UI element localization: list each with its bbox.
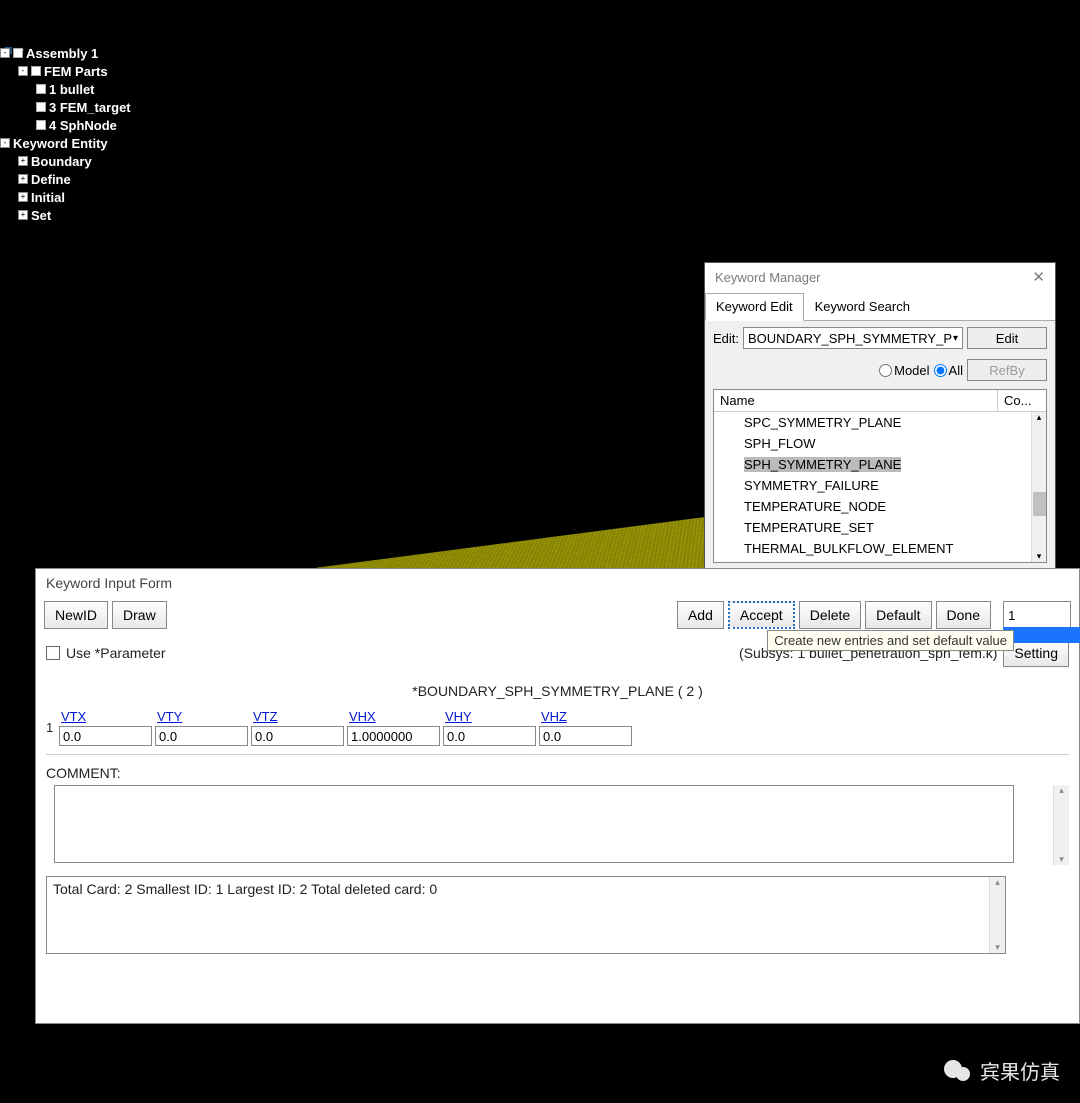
param-vhx-label[interactable]: VHX bbox=[347, 709, 442, 724]
use-parameter-checkbox[interactable] bbox=[46, 646, 60, 660]
tree-node-sphnode[interactable]: 4 SphNode bbox=[49, 118, 117, 133]
param-vtz-label[interactable]: VTZ bbox=[251, 709, 346, 724]
tree-expand-icon[interactable]: + bbox=[18, 174, 28, 184]
list-item[interactable]: THERMAL_BULKFLOW_ELEMENT bbox=[714, 538, 1046, 559]
row-number: 1 bbox=[46, 720, 58, 735]
keyword-list: Name Co... SPC_SYMMETRY_PLANE SPH_FLOW S… bbox=[713, 389, 1047, 563]
col-name[interactable]: Name bbox=[714, 390, 998, 411]
edit-button[interactable]: Edit bbox=[967, 327, 1047, 349]
tree-expand-icon[interactable]: + bbox=[18, 156, 28, 166]
chevron-down-icon: ▾ bbox=[953, 333, 958, 344]
comment-label: COMMENT: bbox=[36, 757, 1079, 783]
delete-button[interactable]: Delete bbox=[799, 601, 861, 629]
close-icon[interactable]: ✕ bbox=[1032, 263, 1045, 293]
tree-collapse-icon[interactable]: - bbox=[18, 66, 28, 76]
tree-checkbox[interactable] bbox=[36, 120, 46, 130]
edit-label: Edit: bbox=[713, 331, 739, 346]
tree-expand-icon[interactable]: + bbox=[18, 210, 28, 220]
col-count[interactable]: Co... bbox=[998, 390, 1046, 411]
tab-keyword-edit[interactable]: Keyword Edit bbox=[705, 293, 804, 321]
tree-node-assembly[interactable]: Assembly 1 bbox=[26, 46, 98, 61]
scroll-down-icon[interactable]: ▾ bbox=[1054, 854, 1069, 865]
param-vhx-input[interactable] bbox=[347, 726, 440, 746]
tree-node-set[interactable]: Set bbox=[31, 208, 51, 223]
scroll-up-icon[interactable]: ▴ bbox=[1054, 785, 1069, 796]
scrollbar[interactable]: ▴▾ bbox=[1031, 412, 1046, 562]
tree-expand-icon[interactable]: + bbox=[18, 192, 28, 202]
accept-button[interactable]: Accept bbox=[728, 601, 795, 629]
tree-node-bullet[interactable]: 1 bullet bbox=[49, 82, 95, 97]
keyword-manager-dialog: Keyword Manager ✕ Keyword Edit Keyword S… bbox=[704, 262, 1056, 572]
id-field[interactable] bbox=[1003, 601, 1071, 629]
tree-node-femparts[interactable]: FEM Parts bbox=[44, 64, 108, 79]
tree-checkbox[interactable] bbox=[31, 66, 41, 76]
list-item[interactable]: SPC_SYMMETRY_PLANE bbox=[714, 412, 1046, 433]
scrollbar-thumb[interactable] bbox=[1033, 492, 1046, 516]
tooltip: Create new entries and set default value bbox=[767, 630, 1014, 651]
edit-dropdown[interactable]: BOUNDARY_SPH_SYMMETRY_P▾ bbox=[743, 327, 963, 349]
model-tree: - Assembly 1 - FEM Parts 1 bullet 3 FEM_ta… bbox=[0, 44, 131, 224]
scroll-up-icon[interactable]: ▴ bbox=[1032, 412, 1046, 423]
dialog-title: Keyword Manager bbox=[715, 263, 821, 293]
radio-model[interactable]: Model bbox=[879, 363, 929, 378]
form-title: Keyword Input Form bbox=[36, 569, 1079, 597]
scroll-up-icon[interactable]: ▴ bbox=[990, 877, 1005, 888]
param-vhz-label[interactable]: VHZ bbox=[539, 709, 634, 724]
tree-node-keywordentity[interactable]: Keyword Entity bbox=[13, 136, 108, 151]
default-button[interactable]: Default bbox=[865, 601, 931, 629]
wechat-icon bbox=[944, 1057, 972, 1085]
scrollbar[interactable]: ▴▾ bbox=[989, 877, 1005, 953]
list-item-selected[interactable]: SPH_SYMMETRY_PLANE bbox=[714, 454, 1046, 475]
divider bbox=[46, 754, 1069, 755]
tree-node-boundary[interactable]: Boundary bbox=[31, 154, 92, 169]
watermark: 宾果仿真 bbox=[944, 1056, 1060, 1085]
param-vhy-input[interactable] bbox=[443, 726, 536, 746]
param-vtx-input[interactable] bbox=[59, 726, 152, 746]
tab-keyword-search[interactable]: Keyword Search bbox=[804, 293, 921, 320]
stats-box: Total Card: 2 Smallest ID: 1 Largest ID:… bbox=[46, 876, 1006, 954]
comment-textarea[interactable] bbox=[54, 785, 1014, 863]
add-button[interactable]: Add bbox=[677, 601, 724, 629]
newid-button[interactable]: NewID bbox=[44, 601, 108, 629]
param-vhy-label[interactable]: VHY bbox=[443, 709, 538, 724]
param-vtz-input[interactable] bbox=[251, 726, 344, 746]
list-item[interactable]: SPH_FLOW bbox=[714, 433, 1046, 454]
id-selection[interactable] bbox=[1003, 627, 1080, 643]
tree-collapse-icon[interactable]: - bbox=[0, 48, 10, 58]
draw-button[interactable]: Draw bbox=[112, 601, 167, 629]
radio-all[interactable]: All bbox=[934, 363, 963, 378]
refby-button[interactable]: RefBy bbox=[967, 359, 1047, 381]
scroll-down-icon[interactable]: ▾ bbox=[1032, 551, 1046, 562]
list-item[interactable]: TEMPERATURE_SET bbox=[714, 517, 1046, 538]
scrollbar[interactable]: ▴▾ bbox=[1053, 785, 1069, 865]
tree-node-define[interactable]: Define bbox=[31, 172, 71, 187]
keyword-header: *BOUNDARY_SPH_SYMMETRY_PLANE ( 2 ) bbox=[36, 673, 1079, 705]
param-vhz-input[interactable] bbox=[539, 726, 632, 746]
tree-checkbox[interactable] bbox=[36, 102, 46, 112]
use-parameter-label: Use *Parameter bbox=[66, 645, 166, 661]
watermark-text: 宾果仿真 bbox=[980, 1056, 1060, 1085]
scroll-down-icon[interactable]: ▾ bbox=[990, 942, 1005, 953]
keyword-input-form: Keyword Input Form NewID Draw Add Accept… bbox=[35, 568, 1080, 1024]
tree-checkbox[interactable] bbox=[36, 84, 46, 94]
tree-node-initial[interactable]: Initial bbox=[31, 190, 65, 205]
list-item[interactable]: TEMPERATURE_NODE bbox=[714, 496, 1046, 517]
done-button[interactable]: Done bbox=[936, 601, 991, 629]
tree-node-femtarget[interactable]: 3 FEM_target bbox=[49, 100, 131, 115]
param-vtx-label[interactable]: VTX bbox=[59, 709, 154, 724]
list-item[interactable]: SYMMETRY_FAILURE bbox=[714, 475, 1046, 496]
param-vty-input[interactable] bbox=[155, 726, 248, 746]
tree-checkbox[interactable] bbox=[13, 48, 23, 58]
stats-text: Total Card: 2 Smallest ID: 1 Largest ID:… bbox=[53, 881, 437, 897]
param-vty-label[interactable]: VTY bbox=[155, 709, 250, 724]
tree-collapse-icon[interactable]: - bbox=[0, 138, 10, 148]
